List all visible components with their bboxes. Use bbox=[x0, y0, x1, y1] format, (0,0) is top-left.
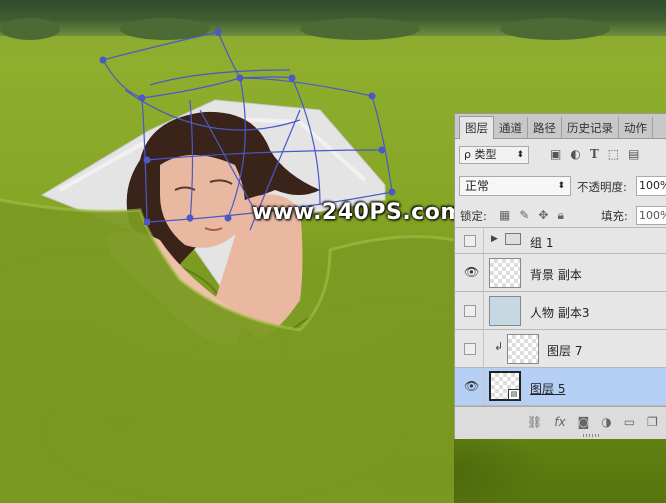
layer-name: 图层 5 bbox=[530, 382, 566, 396]
tab-channels[interactable]: 通道 bbox=[494, 117, 528, 138]
layer-thumbnail: ▤ bbox=[489, 371, 521, 401]
shape-filter-icon[interactable]: ⬚ bbox=[608, 147, 619, 161]
clipping-arrow-icon: ↲ bbox=[494, 340, 504, 353]
visibility-toggle[interactable] bbox=[464, 343, 476, 355]
opacity-input[interactable]: 100% bbox=[636, 176, 666, 196]
chevron-right-icon[interactable]: ▶ bbox=[491, 234, 498, 244]
chevron-down-icon: ⬍ bbox=[516, 150, 524, 160]
blend-mode-select[interactable]: 正常 ⬍ bbox=[459, 176, 571, 196]
layer-thumbnail bbox=[507, 334, 539, 364]
type-filter-icon[interactable]: T bbox=[590, 147, 599, 161]
new-layer-icon[interactable]: ❐ bbox=[647, 415, 658, 429]
tab-actions[interactable]: 动作 bbox=[619, 117, 653, 138]
layer-name: 背景 副本 bbox=[530, 268, 582, 282]
link-icon[interactable]: ⛓︎ bbox=[527, 415, 542, 429]
layer-name: 组 1 bbox=[530, 236, 554, 250]
blend-mode-value: 正常 bbox=[465, 179, 490, 193]
tab-paths[interactable]: 路径 bbox=[528, 117, 562, 138]
lock-move-icon[interactable]: ✥ bbox=[538, 208, 548, 223]
visibility-toggle[interactable] bbox=[464, 235, 476, 247]
image-filter-icon[interactable]: ▣ bbox=[550, 147, 561, 161]
panel-footer: ⛓︎ fx ◙ ◑ ▭ ❐ 🗑︎ bbox=[455, 406, 666, 439]
blend-row: 正常 ⬍ 不透明度: 100% bbox=[455, 174, 666, 198]
folder-icon bbox=[505, 233, 521, 245]
fill-label: 填充: bbox=[601, 209, 628, 223]
tab-layers[interactable]: 图层 bbox=[459, 116, 494, 139]
divider bbox=[483, 254, 484, 291]
opacity-label: 不透明度: bbox=[577, 180, 627, 194]
adjustment-icon[interactable]: ◑ bbox=[601, 415, 611, 429]
footer-icons: ⛓︎ fx ◙ ◑ ▭ ❐ 🗑︎ bbox=[527, 415, 666, 429]
layers-panel[interactable]: 图层 通道 路径 历史记录 动作 ρ 类型 ⬍ ▣ ◐ T ⬚ ▤ 正常 ⬍ 不… bbox=[454, 113, 666, 439]
smart-object-icon: ▤ bbox=[508, 389, 520, 400]
mask-icon[interactable]: ◙ bbox=[578, 415, 590, 429]
panel-tabs: 图层 通道 路径 历史记录 动作 bbox=[455, 114, 666, 139]
layer-name: 图层 7 bbox=[547, 344, 583, 358]
layer-row-layer-5[interactable]: 👁︎ ▤ 图层 5 bbox=[455, 368, 666, 406]
lock-all-icon[interactable]: 🔒︎ bbox=[557, 208, 563, 223]
filter-kind-select[interactable]: ρ 类型 ⬍ bbox=[459, 146, 529, 164]
lock-paint-icon[interactable]: ✎ bbox=[519, 208, 529, 223]
lock-transparent-icon[interactable]: ▦ bbox=[499, 208, 510, 223]
layer-thumbnail bbox=[489, 258, 521, 288]
adjustment-filter-icon[interactable]: ◐ bbox=[570, 147, 580, 161]
filter-row: ρ 类型 ⬍ ▣ ◐ T ⬚ ▤ bbox=[455, 144, 666, 168]
divider bbox=[483, 292, 484, 329]
layer-row-group-1[interactable]: ▶ 组 1 bbox=[455, 228, 666, 254]
lock-icons: ▦ ✎ ✥ 🔒︎ bbox=[499, 208, 564, 223]
layer-row-bg-copy[interactable]: 👁︎ 背景 副本 bbox=[455, 254, 666, 292]
fill-input[interactable]: 100% bbox=[636, 206, 666, 225]
lock-row: 锁定: ▦ ✎ ✥ 🔒︎ 填充: 100% bbox=[455, 205, 666, 228]
watermark: www.240PS.com bbox=[252, 200, 464, 225]
eye-icon[interactable]: 👁︎ bbox=[464, 266, 479, 278]
filter-icons: ▣ ◐ T ⬚ ▤ bbox=[550, 147, 639, 161]
tab-history[interactable]: 历史记录 bbox=[562, 117, 619, 138]
fx-icon[interactable]: fx bbox=[554, 415, 565, 429]
smart-object-filter-icon[interactable]: ▤ bbox=[628, 147, 639, 161]
layer-name: 人物 副本3 bbox=[530, 306, 590, 320]
lock-label: 锁定: bbox=[460, 209, 487, 223]
new-group-icon[interactable]: ▭ bbox=[624, 415, 635, 429]
chevron-down-icon: ⬍ bbox=[557, 181, 565, 191]
divider bbox=[483, 330, 484, 367]
filter-kind-label: ρ 类型 bbox=[464, 148, 497, 161]
eye-icon[interactable]: 👁︎ bbox=[464, 380, 479, 392]
visibility-toggle[interactable] bbox=[464, 305, 476, 317]
layer-list: ▶ 组 1 👁︎ 背景 副本 人物 副本3 ↲ 图层 7 👁︎ ▤ 图层 5 bbox=[455, 228, 666, 406]
layer-thumbnail bbox=[489, 296, 521, 326]
divider bbox=[483, 368, 484, 405]
layer-row-layer-7[interactable]: ↲ 图层 7 bbox=[455, 330, 666, 368]
layer-row-person-copy3[interactable]: 人物 副本3 bbox=[455, 292, 666, 330]
divider bbox=[483, 228, 484, 253]
resize-grip[interactable] bbox=[583, 434, 601, 437]
